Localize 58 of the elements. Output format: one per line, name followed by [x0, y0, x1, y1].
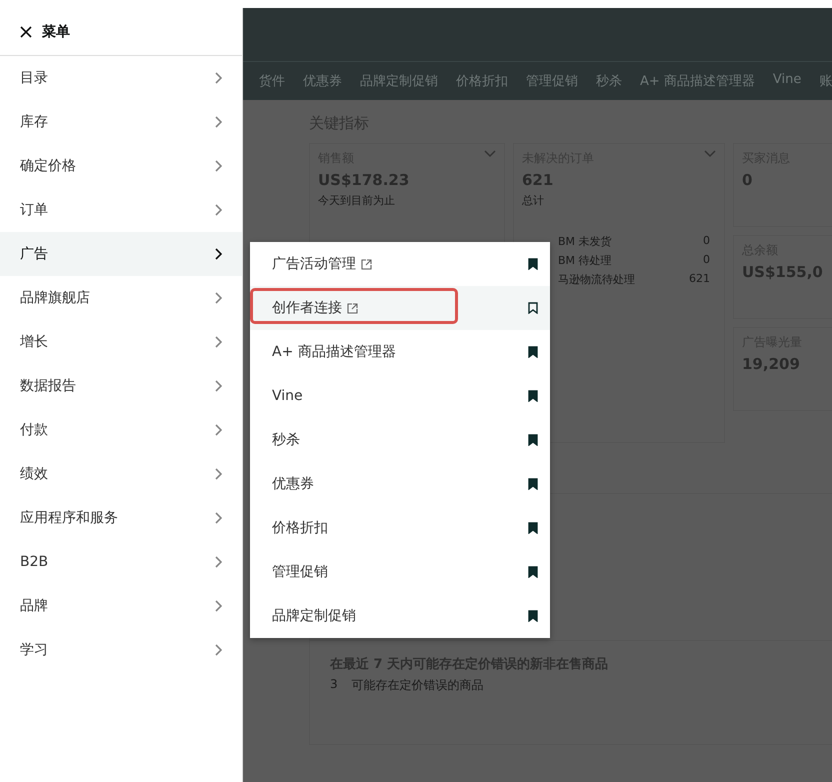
chevron-right-icon [214, 204, 222, 216]
menu-item[interactable]: B2B [0, 540, 242, 584]
row-label: BM 未发货 [558, 234, 612, 249]
bookmark-icon[interactable] [528, 302, 538, 314]
chevron-right-icon [214, 336, 222, 348]
bookmark-icon[interactable] [528, 610, 538, 622]
chevron-right-icon [214, 248, 222, 260]
bookmark-icon[interactable] [528, 566, 538, 578]
submenu-item[interactable]: A+ 商品描述管理器 [250, 330, 550, 374]
menu-item[interactable]: 库存 [0, 100, 242, 144]
close-icon[interactable] [20, 26, 32, 38]
chevron-right-icon [214, 380, 222, 392]
card-caption: 今天到目前为止 [318, 193, 396, 208]
bookmark-icon[interactable] [528, 258, 538, 270]
bookmark-icon[interactable] [528, 522, 538, 534]
menu-item[interactable]: 确定价格 [0, 144, 242, 188]
chevron-right-icon [214, 512, 222, 524]
bookmark-icon[interactable] [528, 346, 538, 358]
submenu-item[interactable]: 秒杀 [250, 418, 550, 462]
row-label: BM 待处理 [558, 253, 612, 268]
bookmark-icon[interactable] [528, 478, 538, 490]
submenu-item[interactable]: 优惠券 [250, 462, 550, 506]
row-value: 0 [703, 253, 710, 268]
alert-count: 3 [330, 677, 338, 693]
bookmark-icon[interactable] [528, 434, 538, 446]
alert-caption: 可能存在定价错误的商品 [352, 677, 484, 694]
menu-item[interactable]: 订单 [0, 188, 242, 232]
submenu-item[interactable]: 创作者连接 [250, 286, 550, 330]
chevron-right-icon [214, 556, 222, 568]
menu-item[interactable]: 数据报告 [0, 364, 242, 408]
submenu-item[interactable]: 价格折扣 [250, 506, 550, 550]
menu-item[interactable]: 目录 [0, 56, 242, 100]
menu-item[interactable]: 品牌旗舰店 [0, 276, 242, 320]
menu-item[interactable]: 付款 [0, 408, 242, 452]
menu-item[interactable]: 广告 [0, 232, 242, 276]
chevron-right-icon [214, 600, 222, 612]
chevron-right-icon [214, 160, 222, 172]
chevron-right-icon [214, 468, 222, 480]
chevron-right-icon [214, 644, 222, 656]
chevron-right-icon [214, 116, 222, 128]
card-caption: 总计 [522, 193, 545, 208]
menu-title: 菜单 [42, 22, 70, 40]
menu-item[interactable]: 应用程序和服务 [0, 496, 242, 540]
submenu-item[interactable]: 广告活动管理 [250, 242, 550, 286]
menu-item[interactable]: 绩效 [0, 452, 242, 496]
chevron-right-icon [214, 292, 222, 304]
menu-item[interactable]: 增长 [0, 320, 242, 364]
menu-item[interactable]: 品牌 [0, 584, 242, 628]
row-label: 马逊物流待处理 [558, 272, 635, 287]
submenu-item[interactable]: 管理促销 [250, 550, 550, 594]
row-value: 621 [689, 272, 710, 287]
chevron-right-icon [214, 424, 222, 436]
menu-item[interactable]: 学习 [0, 628, 242, 672]
chevron-right-icon [214, 72, 222, 84]
submenu-item[interactable]: Vine [250, 374, 550, 418]
submenu-item[interactable]: 品牌定制促销 [250, 594, 550, 638]
bookmark-icon[interactable] [528, 390, 538, 402]
row-value: 0 [703, 234, 710, 249]
